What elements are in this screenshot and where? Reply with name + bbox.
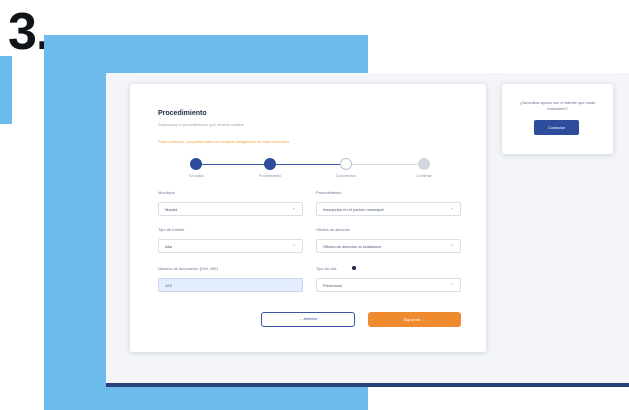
form-subtitle: Selecciona el procedimiento que deseas r…: [158, 122, 245, 127]
back-button-label: Anterior: [303, 316, 318, 321]
step-3-dot[interactable]: [340, 158, 352, 170]
stepper-remaining-line: [346, 164, 426, 165]
procedure-select[interactable]: Inscripción en el padrón municipal ⌄: [316, 202, 461, 216]
municipality-value: Madrid: [165, 207, 178, 212]
office-label: Oficina de atención: [316, 227, 351, 232]
procedure-value: Inscripción en el padrón municipal: [323, 207, 384, 212]
procedure-type-label: Tipo de trámite: [158, 227, 185, 232]
appointment-type-select[interactable]: Presencial ⌄: [316, 278, 461, 292]
procedure-type-select[interactable]: Alta ⌄: [158, 239, 303, 253]
office-value: Oficina de atención al ciudadano: [323, 244, 382, 249]
decorative-strip-left: [0, 56, 12, 124]
form-title: Procedimiento: [158, 110, 207, 117]
help-card: ¿Necesitas ayuda con el trámite que está…: [502, 84, 613, 154]
info-icon[interactable]: [352, 266, 356, 270]
appointment-type-value: Presencial: [323, 283, 342, 288]
next-button[interactable]: Siguiente →: [368, 312, 461, 327]
procedure-form-card: Procedimiento Selecciona el procedimient…: [130, 84, 486, 352]
chevron-down-icon: ⌄: [449, 242, 454, 248]
required-fields-note: Para continuar, completa todos los campo…: [158, 139, 290, 144]
arrow-right-icon: →: [420, 317, 426, 322]
help-text: ¿Necesitas ayuda con el trámite que está…: [519, 100, 596, 111]
municipality-select[interactable]: Madrid ⌄: [158, 202, 303, 216]
procedure-type-value: Alta: [165, 244, 172, 249]
step-2-dot[interactable]: [264, 158, 276, 170]
chevron-down-icon: ⌄: [449, 281, 454, 287]
step-2-label: Procedimiento: [258, 174, 282, 178]
app-screen-bottom-bar: [106, 383, 629, 387]
municipality-label: Municipio: [158, 190, 175, 195]
office-select[interactable]: Oficina de atención al ciudadano ⌄: [316, 239, 461, 253]
chevron-down-icon: ⌄: [291, 205, 296, 211]
next-button-label: Siguiente: [403, 317, 421, 322]
contact-button[interactable]: Contactar: [534, 120, 579, 135]
appointment-type-label: Tipo de cita: [316, 266, 337, 271]
back-button[interactable]: ← Anterior: [261, 312, 355, 327]
chevron-down-icon: ⌄: [291, 242, 296, 248]
document-number-value: 123: [165, 283, 172, 288]
step-4-dot[interactable]: [418, 158, 430, 170]
step-4-label: Confirmar: [416, 174, 432, 178]
document-number-input[interactable]: 123: [158, 278, 303, 292]
chevron-down-icon: ⌄: [449, 205, 454, 211]
step-1-label: Tus datos: [188, 174, 204, 178]
step-1-dot[interactable]: [190, 158, 202, 170]
document-number-label: Número de documento (DNI, NIE): [158, 266, 219, 271]
step-3-label: Documentos: [336, 174, 356, 178]
procedure-label: Procedimiento: [316, 190, 342, 195]
